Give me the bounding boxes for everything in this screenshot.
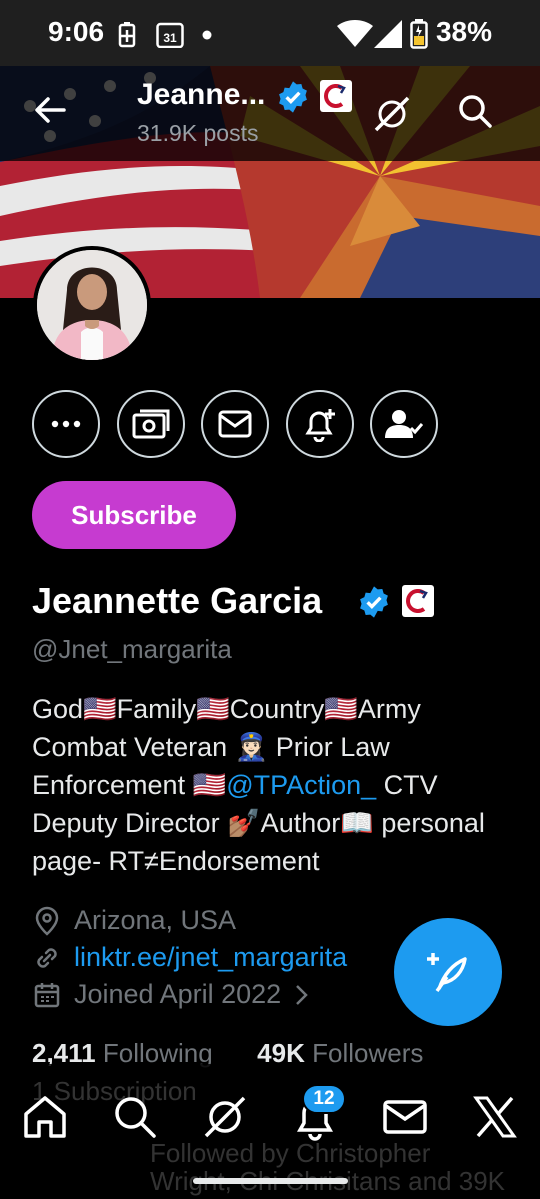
verified-badge-icon	[279, 81, 307, 113]
location-text: Arizona, USA	[74, 905, 237, 935]
grok-icon[interactable]	[200, 1092, 250, 1142]
chevron-right-icon	[296, 984, 308, 1005]
joined-text: Joined April 2022	[74, 979, 282, 1009]
status-time: 9:06	[48, 16, 105, 47]
search-icon[interactable]	[110, 1092, 160, 1142]
link-icon	[37, 947, 57, 968]
feather-plus-icon	[427, 953, 467, 993]
following-button[interactable]	[370, 390, 438, 458]
notifications-badge: 12	[302, 1084, 346, 1114]
bell-plus-icon	[305, 409, 335, 442]
battery-saver-icon	[118, 22, 136, 48]
tip-button[interactable]	[117, 390, 185, 458]
profile-joined[interactable]: Joined April 2022	[32, 979, 311, 1010]
header-post-count: 31.9K posts	[137, 120, 259, 146]
affiliation-badge-icon	[320, 80, 352, 112]
svg-text:31: 31	[163, 31, 177, 45]
wifi-icon	[337, 20, 373, 47]
battery-percent: 38%	[435, 16, 492, 47]
profile-name: Jeannette Garcia	[32, 580, 323, 621]
status-bar: 9:06 31 38%	[0, 0, 540, 66]
more-options-button[interactable]	[32, 390, 100, 458]
bio-mention-link[interactable]: @TPAction_	[226, 770, 376, 800]
calendar-icon: 31	[156, 22, 184, 48]
header-title: Jeanne...	[137, 78, 266, 111]
verified-badge-icon[interactable]	[357, 585, 391, 619]
profile-handle: @Jnet_margarita	[32, 634, 232, 664]
battery-icon	[410, 19, 428, 49]
mail-icon	[218, 410, 252, 438]
search-icon[interactable]	[456, 92, 494, 130]
gesture-home-bar[interactable]	[193, 1178, 348, 1184]
grok-icon[interactable]	[372, 94, 412, 134]
subscribe-button[interactable]: Subscribe	[32, 481, 236, 549]
profile-website[interactable]: linktr.ee/jnet_margarita	[32, 942, 347, 973]
followed-by-text: Followed by Christopher	[150, 1138, 431, 1168]
location-pin-icon	[35, 906, 59, 936]
profile-avatar[interactable]	[33, 246, 151, 364]
profile-location: Arizona, USA	[32, 905, 236, 936]
website-link[interactable]: linktr.ee/jnet_margarita	[74, 942, 347, 973]
message-button[interactable]	[201, 390, 269, 458]
back-arrow-icon[interactable]	[30, 90, 70, 130]
x-logo-icon[interactable]	[470, 1092, 520, 1142]
notification-dot-icon	[202, 30, 212, 40]
person-check-icon	[385, 410, 423, 438]
home-icon[interactable]	[20, 1092, 70, 1142]
affiliation-badge-icon[interactable]	[402, 585, 434, 617]
messages-mail-icon[interactable]	[380, 1092, 430, 1142]
cell-signal-icon	[374, 20, 402, 48]
compose-post-button[interactable]	[394, 918, 502, 1026]
more-dots-icon	[51, 420, 81, 428]
profile-actions	[0, 390, 540, 460]
notify-button[interactable]	[286, 390, 354, 458]
calendar-icon	[34, 982, 60, 1007]
profile-bio: God🇺🇸Family🇺🇸Country🇺🇸Army Combat Vetera…	[32, 690, 502, 880]
avatar-photo	[37, 250, 147, 360]
money-icon	[132, 409, 170, 439]
